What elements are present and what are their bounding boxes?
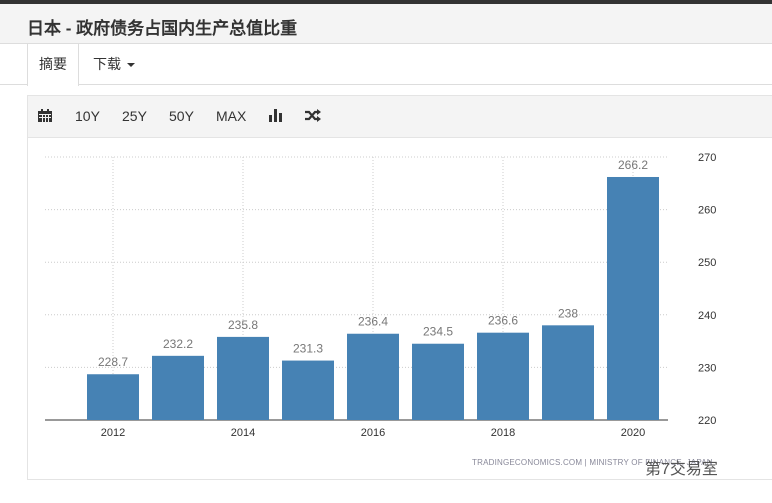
data-label: 235.8 [228,318,258,332]
bar-2018 [477,332,529,420]
x-tick-label: 2016 [361,427,385,439]
data-label: 234.5 [423,325,453,339]
data-label: 238 [558,306,578,320]
data-label: 236.6 [488,314,518,328]
data-label: 266.2 [618,158,648,172]
data-label: 231.3 [293,342,323,356]
bar-2014 [217,336,269,420]
data-label: 236.4 [358,315,388,329]
y-tick-label: 260 [698,205,716,217]
bar-2020 [607,176,659,420]
y-tick-label: 250 [698,257,716,269]
watermark: 第7交易室 [645,461,718,478]
y-tick-label: 270 [698,152,716,164]
bar-2013 [152,355,204,420]
data-label: 232.2 [163,337,193,351]
data-label: 228.7 [98,355,128,369]
bar-2012 [87,374,139,420]
bar-chart: 220 230 240 250 260 270 2012 2014 2016 2018 2020 22… [45,152,716,439]
x-tick-label: 2014 [231,427,255,439]
x-tick-label: 2020 [621,427,645,439]
bar-2019 [542,325,594,420]
bar-2017 [412,343,464,420]
bar-2016 [347,333,399,420]
y-tick-label: 230 [698,362,716,374]
y-tick-label: 220 [698,415,716,427]
x-tick-label: 2018 [491,427,515,439]
x-tick-label: 2012 [101,427,125,439]
y-tick-label: 240 [698,310,716,322]
bar-2015 [282,360,334,420]
